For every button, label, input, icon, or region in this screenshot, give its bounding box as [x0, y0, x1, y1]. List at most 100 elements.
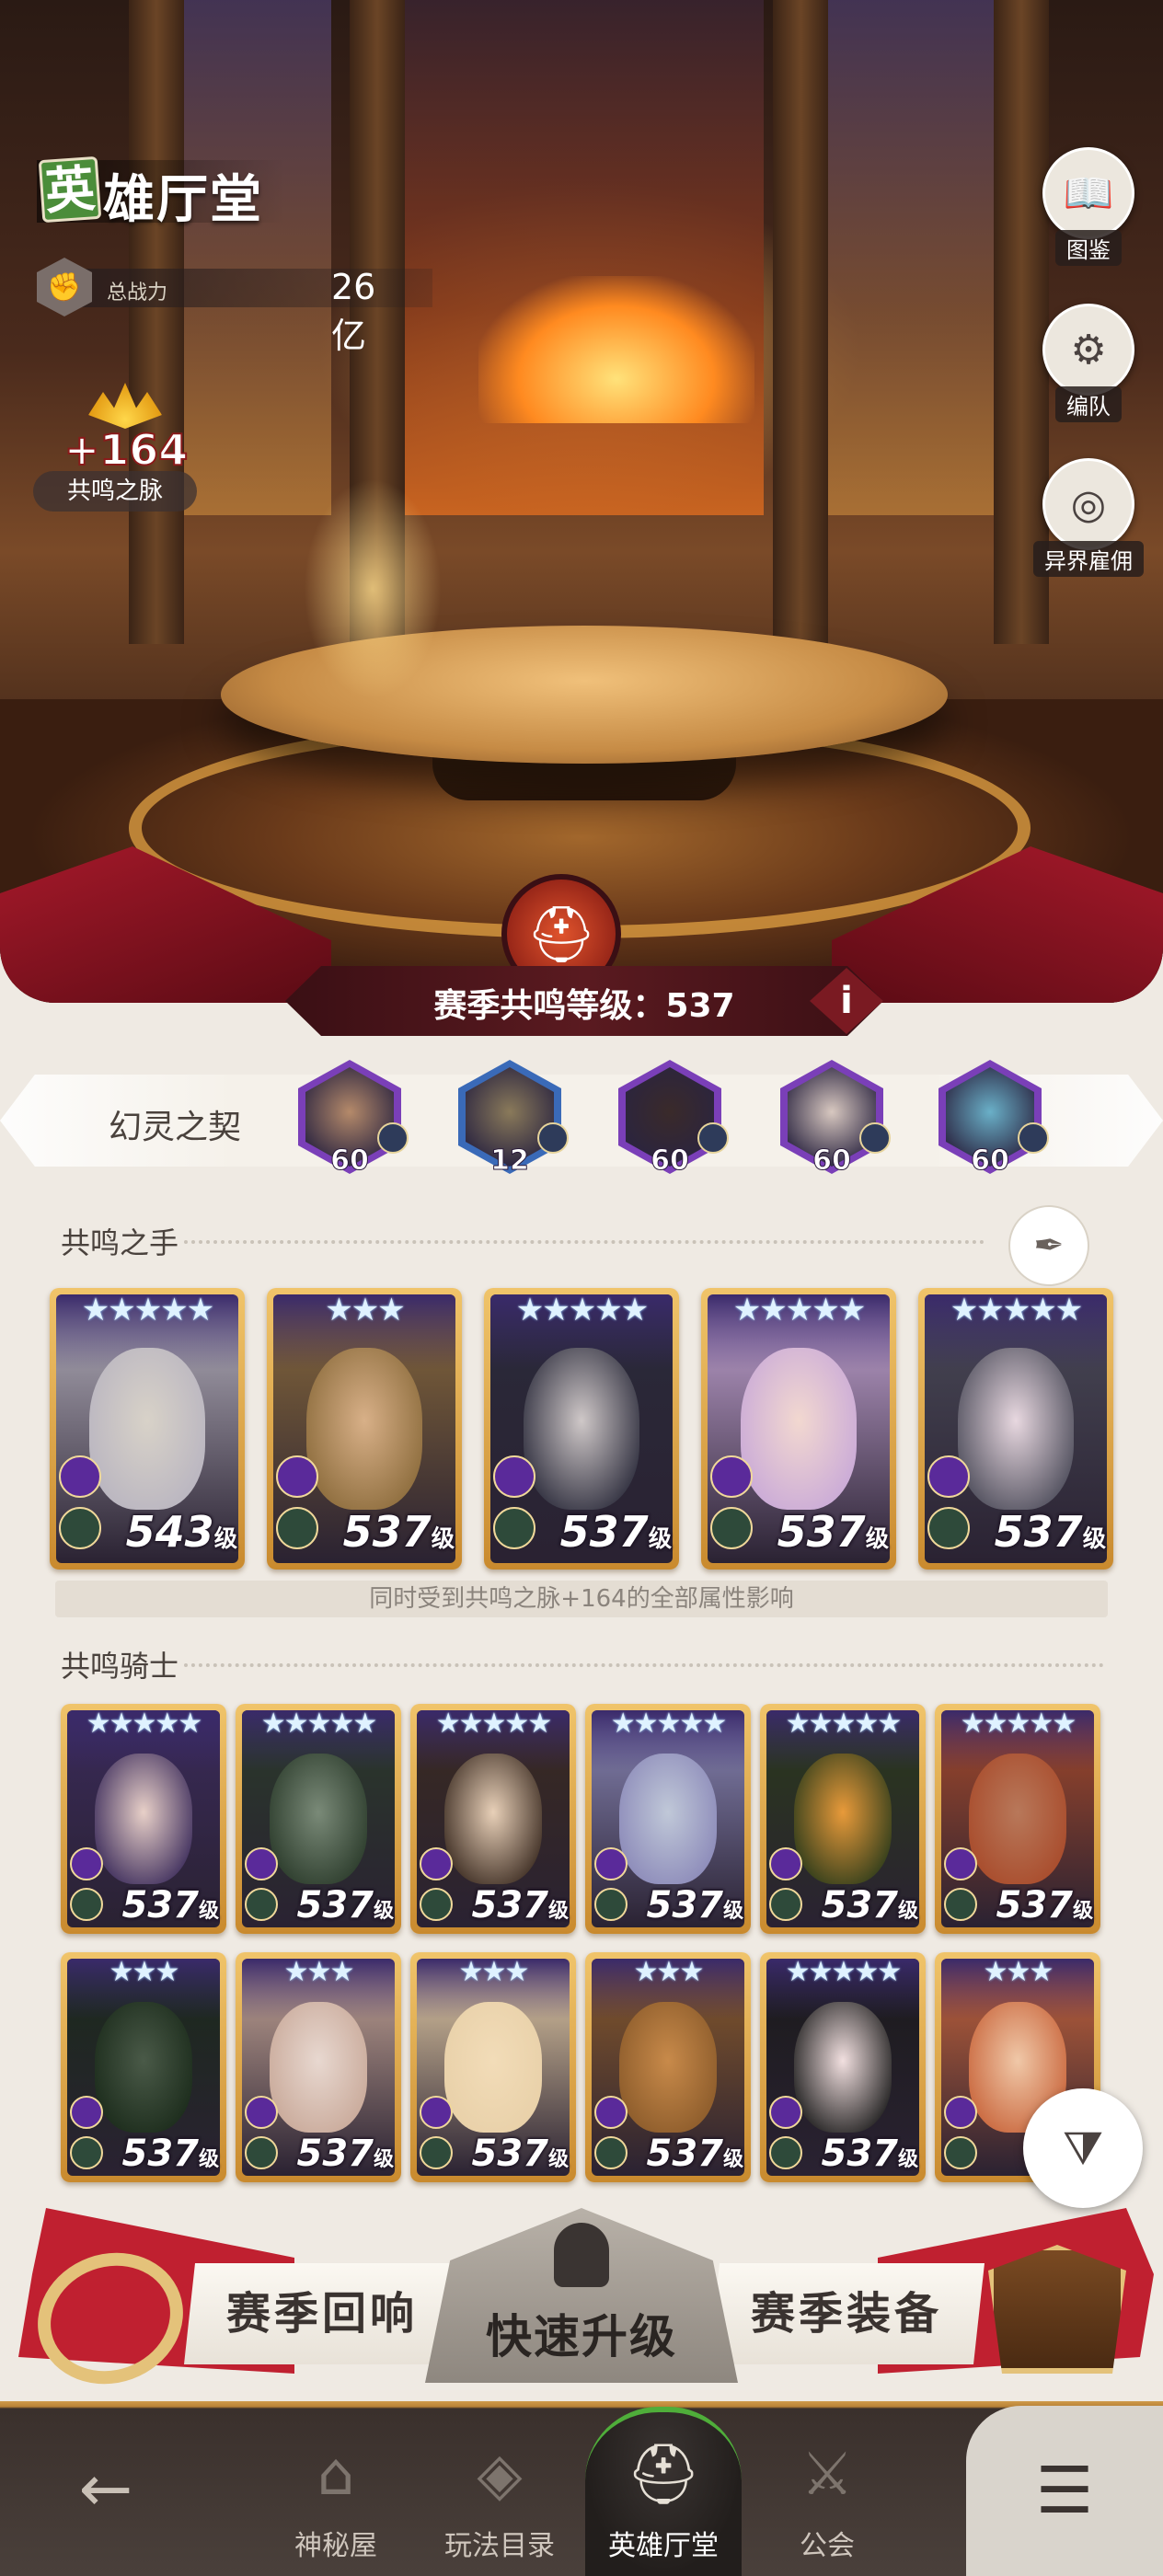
page-title-first-char: 英	[38, 155, 102, 224]
pact-avatar-level: 60	[330, 1144, 370, 1178]
star-rating: ★★★★★	[785, 1956, 902, 1988]
hero-level: 537级	[296, 1884, 394, 1926]
hero-card[interactable]: ★★★★★ 537级	[701, 1288, 896, 1570]
pact-avatar[interactable]: 60	[931, 1060, 1051, 1185]
menu-button[interactable]: ☰	[966, 2406, 1163, 2576]
helmet-icon: ⛑	[626, 2441, 701, 2509]
hero-level: 537级	[471, 2133, 569, 2175]
pillar	[773, 0, 828, 644]
spirit-pact-row: 幻灵之契 60 12 60 60 60	[0, 1056, 1163, 1189]
hero-card[interactable]: ★★★★★ 537级	[585, 1704, 751, 1934]
total-power-label: 总战力	[107, 282, 168, 305]
hero-card[interactable]: ★★★★★ 537级	[236, 1704, 401, 1934]
hero-card[interactable]: ★★★★★ 537级	[935, 1704, 1100, 1934]
codex-button[interactable]: 📖 图鉴	[1038, 147, 1139, 266]
otherworld-hire-button[interactable]: ◎ 异界雇佣	[1029, 458, 1148, 577]
pillar	[129, 0, 184, 644]
pact-avatar[interactable]: 60	[611, 1060, 731, 1185]
nav-play-catalog[interactable]: ◈ 玩法目录	[431, 2420, 569, 2576]
hero-level: 537级	[777, 1507, 889, 1557]
quick-upgrade-button[interactable]: 快速升级	[425, 2208, 738, 2383]
lotus-icon	[88, 383, 162, 429]
star-rating: ★★★	[283, 1956, 355, 1988]
hero-card[interactable]: ★★★ 537级	[585, 1952, 751, 2182]
crossed-swords-icon: ⚔	[800, 2441, 854, 2509]
hero-card[interactable]: ★★★ 537级	[410, 1952, 576, 2182]
pact-avatar[interactable]: 60	[773, 1060, 892, 1185]
spirit-pact-title: 幻灵之契	[109, 1109, 242, 1146]
class-icon	[493, 1507, 535, 1549]
book-icon: 📖	[1042, 147, 1134, 239]
page-title-text: 雄厅堂	[103, 170, 263, 230]
faction-icon	[769, 2096, 802, 2129]
nav-hero-hall[interactable]: ⛑ 英雄厅堂	[585, 2407, 742, 2576]
hero-level: 537级	[994, 1507, 1106, 1557]
season-equipment-button[interactable]: 赛季装备	[708, 2263, 985, 2364]
pact-avatar-level: 60	[651, 1144, 690, 1178]
back-arrow-icon: ←	[78, 2451, 133, 2526]
candelabra-glow	[304, 478, 442, 699]
faction-icon	[245, 1847, 278, 1880]
filter-icon: ⧩	[1062, 2121, 1104, 2175]
faction-icon	[710, 1455, 753, 1498]
hero-card[interactable]: ★★★★★ 537级	[760, 1952, 926, 2182]
nav-mystery-house[interactable]: ⌂ 神秘屋	[267, 2420, 405, 2576]
divider	[184, 1240, 985, 1244]
hero-level: 537级	[996, 1884, 1093, 1926]
hero-card[interactable]: ★★★★★ 537级	[760, 1704, 926, 1934]
hero-portrait	[443, 2002, 543, 2133]
divider	[184, 1663, 1104, 1667]
diamond-grid-icon: ◈	[477, 2441, 523, 2509]
formation-button[interactable]: ⚙ 编队	[1038, 304, 1139, 422]
hero-card[interactable]: ★★★★★ 537级	[61, 1704, 226, 1934]
quick-upgrade-label: 快速升级	[486, 2310, 677, 2363]
hero-portrait	[88, 1348, 206, 1510]
pact-avatar-level: 60	[812, 1144, 852, 1178]
season-level-label: 赛季共鸣等级：	[433, 987, 666, 1025]
class-icon	[594, 1888, 628, 1921]
pact-avatar[interactable]: 60	[291, 1060, 410, 1185]
power-fist-icon: ✊	[37, 258, 92, 316]
hero-portrait	[523, 1348, 640, 1510]
hero-level: 537级	[646, 1884, 743, 1926]
pact-avatar[interactable]: 12	[451, 1060, 570, 1185]
hero-card[interactable]: ★★★★★ 543级	[50, 1288, 245, 1570]
hero-portrait	[618, 1754, 718, 1884]
hero-portrait	[269, 2002, 368, 2133]
resonance-vein-button[interactable]: +164 共鸣之脉	[33, 377, 199, 515]
hero-card[interactable]: ★★★★★ 537级	[410, 1704, 576, 1934]
class-icon	[594, 2136, 628, 2169]
hero-portrait	[305, 1348, 423, 1510]
filter-button[interactable]: ⧩	[1023, 2088, 1143, 2208]
faction-icon	[594, 2096, 628, 2129]
total-power: ✊ 总战力 26亿	[37, 258, 432, 356]
hero-level: 537级	[821, 2133, 918, 2175]
hero-portrait	[443, 1754, 543, 1884]
hero-portrait	[968, 1754, 1067, 1884]
season-echo-button[interactable]: 赛季回响	[184, 2263, 460, 2364]
fireplace-flames	[478, 276, 754, 423]
hero-card[interactable]: ★★★ 537级	[267, 1288, 462, 1570]
class-icon	[70, 2136, 103, 2169]
resonance-note: 同时受到共鸣之脉+164的全部属性影响	[55, 1581, 1108, 1617]
hero-card[interactable]: ★★★★★ 537级	[918, 1288, 1113, 1570]
hero-level: 543级	[125, 1507, 237, 1557]
hero-card[interactable]: ★★★ 537级	[61, 1952, 226, 2182]
star-rating: ★★★	[458, 1956, 530, 1988]
nav-guild[interactable]: ⚔ 公会	[758, 2420, 896, 2576]
faction-icon	[927, 1455, 970, 1498]
resonance-bonus: +164	[63, 424, 190, 476]
hero-level: 537级	[296, 2133, 394, 2175]
mystery-house-icon: ⌂	[317, 2441, 355, 2509]
hero-card[interactable]: ★★★ 537级	[236, 1952, 401, 2182]
quill-edit-button[interactable]: ✒	[1008, 1205, 1089, 1286]
quill-icon: ✒	[1033, 1225, 1065, 1267]
back-button[interactable]: ←	[55, 2438, 156, 2539]
nav-label: 英雄厅堂	[608, 2530, 719, 2562]
star-rating: ★★★★★	[81, 1292, 214, 1328]
pact-avatar-level: 12	[490, 1144, 530, 1178]
hero-card[interactable]: ★★★★★ 537级	[484, 1288, 679, 1570]
season-resonance-level: 赛季共鸣等级：537	[285, 966, 883, 1036]
faction-icon	[70, 1847, 103, 1880]
star-rating: ★★★★★	[610, 1708, 727, 1740]
